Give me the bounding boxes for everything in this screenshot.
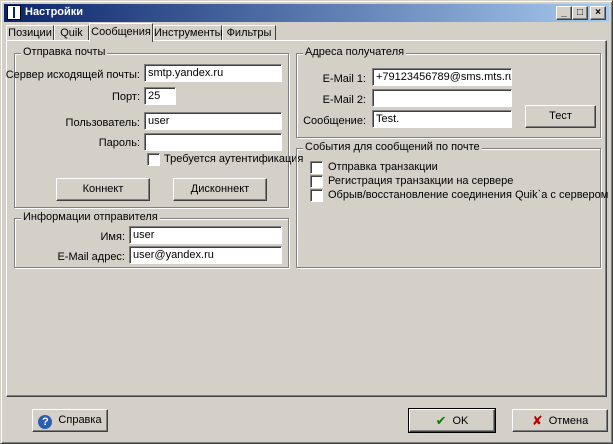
tab-positions[interactable]: Позиции [6, 25, 54, 41]
password-input[interactable] [144, 133, 282, 151]
help-button[interactable]: ? Справка [32, 409, 108, 432]
recipient-group-title: Адреса получателя [303, 46, 407, 58]
message-input[interactable]: Test. [372, 110, 512, 128]
close-button[interactable]: × [590, 6, 606, 20]
event-checkbox-register-transaction[interactable] [310, 175, 323, 188]
auth-required-checkbox[interactable] [147, 153, 160, 166]
maximize-button[interactable]: □ [572, 6, 588, 20]
event-label-send-transaction: Отправка транзакции [328, 161, 438, 173]
app-icon [7, 5, 21, 20]
event-label-register-transaction: Регистрация транзакции на сервере [328, 175, 514, 187]
events-group-title: События для сообщений по почте [303, 141, 482, 153]
sender-info-group: Информации отправителя Имя: user E-Mail … [14, 211, 289, 268]
event-checkbox-send-transaction[interactable] [310, 161, 323, 174]
sender-name-input[interactable]: user [129, 226, 282, 244]
email1-input[interactable]: +79123456789@sms.mts.ru [372, 68, 512, 86]
minimize-button[interactable]: _ [556, 6, 572, 20]
settings-window: Настройки _ □ × Позиции Quik Сообщения И… [0, 0, 613, 444]
cross-icon: ✘ [531, 413, 543, 428]
sender-email-label: E-Mail адрес: [57, 251, 125, 263]
window-title: Настройки [25, 6, 84, 18]
sender-name-label: Имя: [100, 231, 125, 243]
tab-quik[interactable]: Quik [54, 25, 89, 41]
dialog-button-bar: ? Справка ✔ OK ✘ Отмена [6, 399, 608, 439]
sender-info-group-title: Информации отправителя [21, 211, 160, 223]
event-label-connection-loss: Обрыв/восстановление соединения Quik`а с… [328, 189, 609, 201]
user-label: Пользователь: [65, 117, 140, 129]
help-button-label: Справка [58, 414, 102, 426]
connect-button[interactable]: Коннект [56, 178, 150, 201]
help-icon: ? [38, 415, 53, 429]
email1-label: E-Mail 1: [322, 73, 366, 85]
smtp-label: Сервер исходящей почты: [5, 69, 140, 81]
mail-send-group: Отправка почты Сервер исходящей почты: s… [6, 46, 303, 208]
ok-button-label: OK [452, 415, 469, 427]
tab-instruments[interactable]: Инструменты [153, 25, 223, 41]
smtp-server-input[interactable]: smtp.yandex.ru [144, 64, 282, 82]
event-checkbox-connection-loss[interactable] [310, 189, 323, 202]
ok-button[interactable]: ✔ OK [408, 408, 496, 433]
messages-tab-panel: Отправка почты Сервер исходящей почты: s… [6, 40, 608, 397]
disconnect-button[interactable]: Дисконнект [173, 178, 267, 201]
password-label: Пароль: [98, 137, 140, 149]
sender-email-input[interactable]: user@yandex.ru [129, 246, 282, 264]
tab-messages[interactable]: Сообщения [89, 23, 153, 42]
cancel-button[interactable]: ✘ Отмена [512, 409, 608, 432]
user-input[interactable]: user [144, 112, 282, 130]
events-group: События для сообщений по почте Отправка … [296, 141, 608, 268]
checkmark-icon: ✔ [435, 413, 447, 428]
message-label: Сообщение: [303, 115, 366, 127]
auth-required-label: Требуется аутентификация [164, 153, 304, 165]
email2-input[interactable] [372, 89, 512, 107]
port-input[interactable]: 25 [144, 87, 176, 105]
test-button[interactable]: Тест [525, 105, 596, 128]
recipient-group: Адреса получателя E-Mail 1: +79123456789… [296, 46, 601, 138]
email2-label: E-Mail 2: [322, 94, 366, 106]
title-bar[interactable]: Настройки _ □ × [4, 4, 609, 22]
tab-filters[interactable]: Фильтры [222, 25, 276, 41]
port-label: Порт: [112, 91, 140, 103]
cancel-button-label: Отмена [548, 415, 589, 427]
mail-send-group-title: Отправка почты [21, 46, 108, 58]
